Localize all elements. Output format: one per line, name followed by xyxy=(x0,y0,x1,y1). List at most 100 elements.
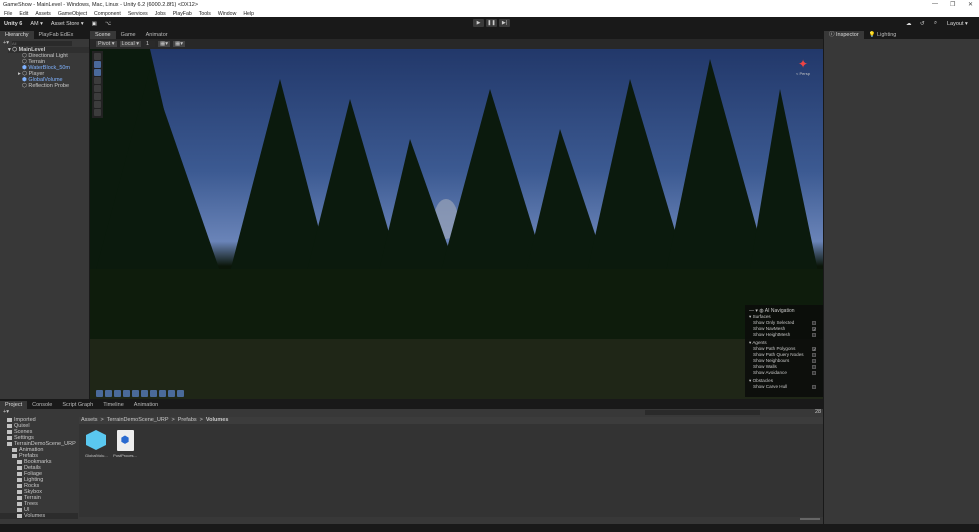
grid-toggle[interactable]: ▦▾ xyxy=(158,41,170,47)
checkbox[interactable] xyxy=(812,365,816,369)
project-folder[interactable]: Volumes xyxy=(0,513,78,519)
overlay-tool[interactable] xyxy=(177,390,184,397)
tab-animator[interactable]: Animator xyxy=(141,31,173,39)
custom-tool[interactable] xyxy=(94,101,101,108)
tab-timeline[interactable]: Timeline xyxy=(98,401,129,409)
toggle-show-heightmesh[interactable]: Show HeightMesh xyxy=(749,332,819,338)
project-search-input[interactable] xyxy=(645,410,760,415)
breadcrumb-volumes[interactable]: Volumes xyxy=(206,417,229,424)
step-button[interactable]: ▶| xyxy=(499,19,510,27)
overlay-tool[interactable] xyxy=(141,390,148,397)
cloud-icon[interactable]: ☁ xyxy=(906,21,912,27)
grid-snap-field[interactable]: 1 xyxy=(143,41,156,47)
overlay-tool[interactable] xyxy=(132,390,139,397)
layout-dropdown[interactable]: Layout ▾ xyxy=(947,21,968,27)
overlay-tool[interactable] xyxy=(123,390,130,397)
menu-jobs[interactable]: Jobs xyxy=(155,11,166,17)
toggle-label: Show NavMesh xyxy=(753,326,786,331)
icon-size-slider[interactable] xyxy=(800,518,820,520)
toggle-show-carve-hull[interactable]: Show Carve Hull xyxy=(749,384,819,390)
checkbox[interactable] xyxy=(812,385,816,389)
scene-tabs: Scene Game Animator xyxy=(90,30,823,39)
overlay-tool[interactable] xyxy=(168,390,175,397)
menu-playfab[interactable]: PlayFab xyxy=(173,11,192,17)
play-button[interactable]: ▶ xyxy=(473,19,484,27)
window-titlebar: GameShow - MainLevel - Windows, Mac, Lin… xyxy=(0,0,979,10)
tab-scene[interactable]: Scene xyxy=(90,31,116,39)
overlay-tool[interactable] xyxy=(159,390,166,397)
menu-services[interactable]: Services xyxy=(128,11,148,17)
checkbox[interactable] xyxy=(812,321,816,325)
rotate-tool[interactable] xyxy=(94,69,101,76)
checkbox[interactable] xyxy=(812,333,816,337)
rect-tool[interactable] xyxy=(94,85,101,92)
search-icon[interactable]: ⌥ xyxy=(105,21,111,27)
checkbox[interactable] xyxy=(812,359,816,363)
tab-script-graph[interactable]: Script Graph xyxy=(57,401,98,409)
tab-hierarchy[interactable]: Hierarchy xyxy=(0,31,34,39)
minimize-button[interactable]: — xyxy=(932,1,938,7)
version-control-icon[interactable]: ▣ xyxy=(92,21,97,27)
orientation-gizmo[interactable]: ✦ < Persp xyxy=(790,57,816,91)
asset-globalvolume[interactable]: GlobalVolu... xyxy=(85,430,108,458)
tab-animation[interactable]: Animation xyxy=(129,401,163,409)
scale-tool[interactable] xyxy=(94,77,101,84)
hierarchy-search-input[interactable] xyxy=(11,40,72,46)
transform-tool[interactable] xyxy=(94,93,101,100)
move-tool[interactable] xyxy=(94,61,101,68)
overlay-tool[interactable] xyxy=(114,390,121,397)
checkbox-checked[interactable]: ✓ xyxy=(812,347,816,352)
menu-component[interactable]: Component xyxy=(94,11,121,17)
menu-assets[interactable]: Assets xyxy=(35,11,51,17)
tools-overlay xyxy=(92,51,103,118)
menu-help[interactable]: Help xyxy=(243,11,254,17)
breadcrumb-prefabs[interactable]: Prefabs xyxy=(178,417,197,424)
menu-edit[interactable]: Edit xyxy=(19,11,28,17)
bottom-tabs: Project Console Script Graph Timeline An… xyxy=(0,400,823,409)
folder-label: Volumes xyxy=(24,513,46,519)
hierarchy-tabs: Hierarchy PlayFab EdEx xyxy=(0,30,89,39)
local-dropdown[interactable]: Local ▾ xyxy=(119,41,141,47)
checkbox[interactable] xyxy=(812,371,816,375)
tab-playfab-edex[interactable]: PlayFab EdEx xyxy=(34,31,79,39)
tab-console[interactable]: Console xyxy=(27,401,57,409)
checkbox-checked[interactable]: ✓ xyxy=(812,327,816,332)
maximize-button[interactable]: ❐ xyxy=(950,1,955,8)
history-icon[interactable]: ↺ xyxy=(920,21,925,27)
overlay-tool[interactable] xyxy=(150,390,157,397)
tab-project[interactable]: Project xyxy=(0,401,28,409)
close-button[interactable]: ✕ xyxy=(968,1,973,8)
asset-postprocessing[interactable]: ⬢ PostProces... xyxy=(113,430,137,458)
hierarchy-item[interactable]: ⬡ Reflection Probe xyxy=(8,83,89,89)
scene-viewport[interactable]: ✦ < Persp — ▾ ◍ AI Navigation ▾ Surfaces… xyxy=(90,49,823,399)
menu-gameobject[interactable]: GameObject xyxy=(58,11,87,17)
account-dropdown[interactable]: AM ▾ xyxy=(30,21,43,27)
status-bar xyxy=(0,524,979,532)
perspective-label[interactable]: < Persp xyxy=(790,71,816,76)
snap-toggle[interactable]: ▦▾ xyxy=(173,41,185,47)
pause-button[interactable]: ❚❚ xyxy=(486,19,497,27)
breadcrumb-assets[interactable]: Assets xyxy=(81,417,98,424)
view-tool[interactable] xyxy=(94,53,101,60)
tab-lighting[interactable]: 💡 Lighting xyxy=(864,31,902,39)
menu-file[interactable]: File xyxy=(4,11,12,17)
checkbox[interactable] xyxy=(812,353,816,357)
tab-inspector[interactable]: ⓘ Inspector xyxy=(824,31,864,39)
tab-game[interactable]: Game xyxy=(116,31,141,39)
breadcrumb-terraindemoscene[interactable]: TerrainDemoScene_URP xyxy=(107,417,169,424)
custom-tool[interactable] xyxy=(94,109,101,116)
folder-icon xyxy=(7,441,12,446)
toggle-show-avoidance[interactable]: Show Avoidance xyxy=(749,370,819,376)
unity-button[interactable]: Unity 6 xyxy=(4,21,22,27)
overlay-tool[interactable] xyxy=(96,390,103,397)
hidden-packages-count[interactable]: 28 xyxy=(815,409,821,415)
asset-store-dropdown[interactable]: Asset Store ▾ xyxy=(51,21,84,27)
add-button[interactable]: +▾ xyxy=(3,40,9,46)
menu-tools[interactable]: Tools xyxy=(199,11,211,17)
axis-gizmo-icon[interactable]: ✦ xyxy=(790,57,816,71)
pivot-dropdown[interactable]: Pivot ▾ xyxy=(96,41,117,47)
search-icon[interactable]: ⌕ xyxy=(934,20,937,27)
overlay-tool[interactable] xyxy=(105,390,112,397)
menu-window[interactable]: Window xyxy=(218,11,236,17)
create-button[interactable]: +▾ xyxy=(3,409,9,415)
